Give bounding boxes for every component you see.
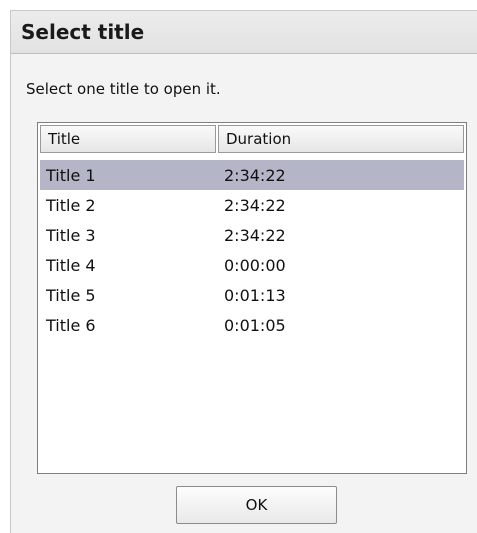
dialog-title: Select title bbox=[21, 20, 145, 44]
list-header: Title Duration bbox=[40, 125, 464, 153]
row-title: Title 6 bbox=[46, 315, 96, 335]
instruction-text: Select one title to open it. bbox=[26, 80, 221, 98]
row-title: Title 2 bbox=[46, 195, 96, 215]
title-bar[interactable]: Select title bbox=[11, 11, 477, 54]
row-title: Title 5 bbox=[46, 285, 96, 305]
title-list[interactable]: Title Duration Title 1 2:34:22 Title 2 2… bbox=[37, 122, 467, 474]
row-duration: 0:01:05 bbox=[224, 315, 286, 335]
list-row[interactable]: Title 1 2:34:22 bbox=[40, 160, 464, 190]
list-row[interactable]: Title 6 0:01:05 bbox=[40, 310, 464, 340]
list-row[interactable]: Title 4 0:00:00 bbox=[40, 250, 464, 280]
row-title: Title 4 bbox=[46, 255, 96, 275]
list-rows: Title 1 2:34:22 Title 2 2:34:22 Title 3 … bbox=[40, 160, 464, 340]
row-duration: 0:00:00 bbox=[224, 255, 286, 275]
row-title: Title 3 bbox=[46, 225, 96, 245]
row-duration: 2:34:22 bbox=[224, 165, 286, 185]
column-header-title[interactable]: Title bbox=[40, 125, 216, 153]
column-header-duration[interactable]: Duration bbox=[218, 125, 464, 153]
row-title: Title 1 bbox=[46, 165, 96, 185]
list-row[interactable]: Title 5 0:01:13 bbox=[40, 280, 464, 310]
list-row[interactable]: Title 3 2:34:22 bbox=[40, 220, 464, 250]
row-duration: 2:34:22 bbox=[224, 225, 286, 245]
row-duration: 0:01:13 bbox=[224, 285, 286, 305]
select-title-dialog: Select title Select one title to open it… bbox=[10, 10, 477, 533]
ok-button[interactable]: OK bbox=[176, 486, 337, 524]
row-duration: 2:34:22 bbox=[224, 195, 286, 215]
list-row[interactable]: Title 2 2:34:22 bbox=[40, 190, 464, 220]
